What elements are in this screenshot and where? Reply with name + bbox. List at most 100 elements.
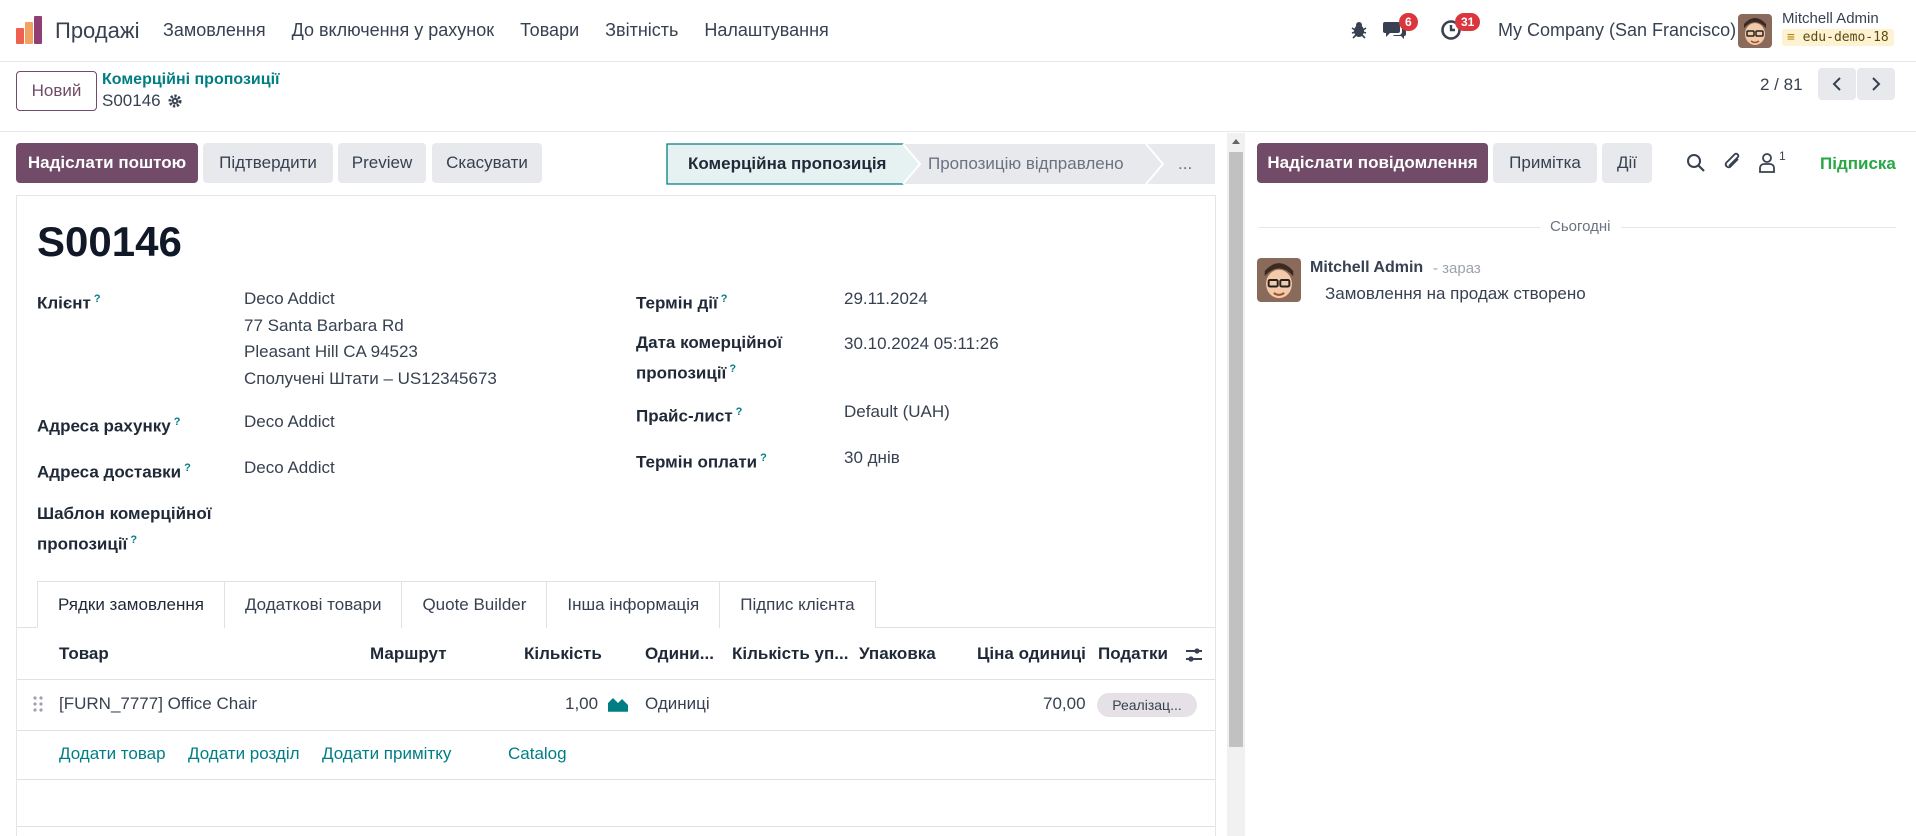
help-icon[interactable]: ? [174, 416, 181, 428]
message-time: - зараз [1433, 260, 1481, 277]
company-switcher[interactable]: My Company (San Francisco) [1498, 20, 1736, 41]
breadcrumb-quotations[interactable]: Комерційні пропозиції [102, 71, 280, 89]
tab-other-info[interactable]: Інша інформація [546, 581, 721, 628]
help-icon[interactable]: ? [760, 452, 767, 464]
menu-orders[interactable]: Замовлення [163, 20, 266, 41]
search-icon[interactable] [1685, 152, 1707, 174]
help-icon[interactable]: ? [736, 406, 743, 418]
date-separator-today: Сьогодні [1540, 218, 1621, 235]
column-taxes[interactable]: Податки [1098, 644, 1168, 664]
validity-label: Термін дії? [636, 286, 727, 317]
help-icon[interactable]: ? [130, 534, 137, 546]
column-packaging[interactable]: Упаковка [859, 644, 936, 664]
chevron-left-icon [1832, 77, 1841, 91]
tab-optional-products[interactable]: Додаткові товари [223, 581, 403, 628]
column-packaging-qty[interactable]: Кількість уп... [732, 644, 848, 664]
customer-label: Клієнт? [37, 286, 101, 317]
chatter-panel [1246, 133, 1916, 836]
help-icon[interactable]: ? [184, 462, 191, 474]
log-note-button[interactable]: Примітка [1493, 143, 1597, 183]
stage-quotation-sent[interactable]: Пропозицію відправлено [928, 154, 1124, 174]
forecast-area-chart-icon[interactable] [607, 694, 629, 712]
debug-bug-icon[interactable] [1345, 16, 1373, 44]
customer-country-vat: Сполучені Штати – US12345673 [244, 369, 497, 388]
record-reference: S00146 [102, 91, 161, 110]
message-author-avatar[interactable] [1257, 258, 1301, 302]
help-icon[interactable]: ? [729, 363, 736, 375]
quotation-template-field[interactable] [244, 501, 564, 527]
notebook-tabs: Рядки замовлення Додаткові товари Quote … [37, 581, 876, 628]
breadcrumb-current: S00146 [102, 91, 183, 111]
customer-city: Pleasant Hill CA 94523 [244, 342, 418, 361]
validity-date-field[interactable]: 29.11.2024 [844, 286, 928, 312]
app-name[interactable]: Продажі [55, 18, 139, 44]
column-route[interactable]: Маршрут [370, 644, 447, 664]
activities-button[interactable]: Дії [1602, 143, 1652, 183]
menu-products[interactable]: Товари [520, 20, 579, 41]
catalog-link[interactable]: Catalog [508, 744, 567, 764]
chevron-right-icon [1872, 77, 1881, 91]
add-note-link[interactable]: Додати примітку [322, 744, 451, 764]
cell-unit-price[interactable]: 70,00 [1043, 694, 1086, 714]
delivery-address-field[interactable]: Deco Addict [244, 455, 335, 481]
column-uom[interactable]: Одини... [645, 644, 714, 664]
column-unit-price[interactable]: Ціна одиниці [977, 644, 1086, 664]
cell-uom[interactable]: Одиниці [645, 694, 710, 714]
follow-button[interactable]: Підписка [1820, 154, 1896, 174]
paperclip-icon[interactable] [1722, 151, 1744, 175]
sales-app-icon[interactable] [14, 16, 44, 46]
stage-quotation[interactable]: Комерційна пропозиція [688, 154, 886, 174]
menu-reporting[interactable]: Звітність [605, 20, 678, 41]
message-author[interactable]: Mitchell Admin [1310, 259, 1423, 277]
pager-next-button[interactable] [1857, 68, 1895, 100]
column-product[interactable]: Товар [59, 644, 109, 664]
delivery-address-label: Адреса доставки? [37, 455, 191, 486]
validity-label-text: Термін дії [636, 293, 718, 313]
tab-quote-builder[interactable]: Quote Builder [401, 581, 548, 628]
tab-order-lines[interactable]: Рядки замовлення [37, 581, 225, 628]
help-icon[interactable]: ? [721, 293, 728, 305]
quotation-template-label-text: пропозиції [37, 534, 128, 554]
drag-handle-icon[interactable] [32, 694, 44, 714]
new-button[interactable]: Новий [16, 71, 97, 111]
user-name[interactable]: Mitchell Admin [1782, 10, 1879, 27]
quotation-date-label-text: пропозиції [636, 363, 727, 383]
help-icon[interactable]: ? [94, 293, 101, 305]
column-quantity[interactable]: Кількість [524, 644, 602, 664]
row-divider [17, 779, 1215, 780]
followers-user-icon[interactable] [1757, 152, 1777, 174]
send-message-button[interactable]: Надіслати повідомлення [1257, 143, 1488, 183]
pricelist-field[interactable]: Default (UAH) [844, 399, 950, 425]
customer-label-text: Клієнт [37, 293, 91, 313]
cancel-button[interactable]: Скасувати [432, 143, 542, 183]
payment-terms-field[interactable]: 30 днів [844, 445, 900, 471]
pager-previous-button[interactable] [1818, 68, 1856, 100]
confirm-button[interactable]: Підтвердити [203, 143, 333, 183]
customer-street: 77 Santa Barbara Rd [244, 316, 404, 335]
add-section-link[interactable]: Додати розділ [188, 744, 300, 764]
gear-icon[interactable] [167, 93, 183, 109]
tax-tag[interactable]: Реалізац... [1097, 693, 1197, 717]
database-icon: ≡ [1787, 30, 1803, 45]
scroll-up-arrow-icon[interactable] [1231, 137, 1241, 145]
stage-more[interactable]: ... [1178, 154, 1192, 174]
quotation-date-field[interactable]: 30.10.2024 05:11:26 [844, 331, 999, 357]
menu-configuration[interactable]: Налаштування [704, 20, 828, 41]
database-badge: ≡ edu-demo-18 [1782, 29, 1894, 46]
cell-quantity[interactable]: 1,00 [565, 694, 598, 714]
invoice-address-field[interactable]: Deco Addict [244, 409, 335, 435]
send-by-email-button[interactable]: Надіслати поштою [16, 143, 198, 183]
customer-name[interactable]: Deco Addict [244, 286, 335, 312]
menu-to-invoice[interactable]: До включення у рахунок [292, 20, 495, 41]
pager-value[interactable]: 2 / 81 [1760, 75, 1803, 95]
quotation-date-label-line2: пропозиції? [636, 356, 736, 387]
pricelist-label-text: Прайс-лист [636, 406, 733, 426]
tab-customer-signature[interactable]: Підпис клієнта [719, 581, 876, 628]
user-avatar[interactable] [1738, 14, 1772, 48]
cell-product[interactable]: [FURN_7777] Office Chair [59, 694, 257, 714]
optional-columns-sliders-icon[interactable] [1184, 645, 1204, 665]
preview-button[interactable]: Preview [338, 143, 426, 183]
form-scrollbar-thumb[interactable] [1229, 152, 1243, 747]
invoice-address-label-text: Адреса рахунку [37, 416, 171, 436]
add-product-link[interactable]: Додати товар [59, 744, 166, 764]
